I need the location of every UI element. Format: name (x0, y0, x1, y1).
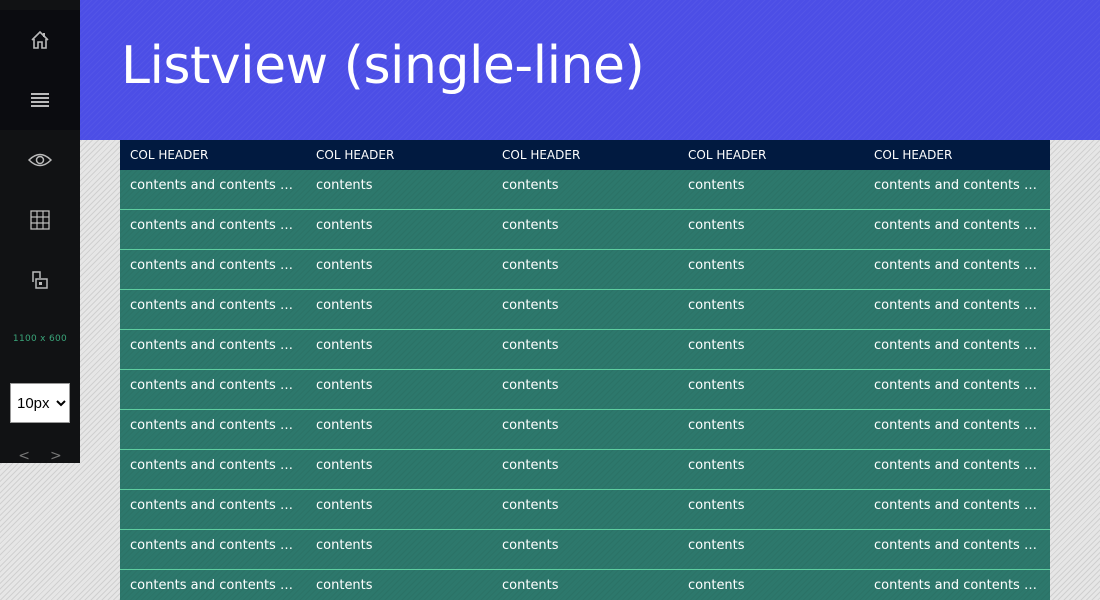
table-cell: contents and contents and contents (874, 418, 1050, 433)
table-cell: contents and contents and contents (130, 418, 306, 433)
layout-button[interactable] (0, 250, 80, 310)
table-cell: contents and contents and contents (130, 378, 306, 393)
table-cell: contents (688, 218, 745, 233)
table-row[interactable]: contents and contents and contents conten… (120, 370, 1050, 410)
table-cell: contents (502, 458, 559, 473)
next-button[interactable]: > (50, 448, 62, 464)
prev-button[interactable]: < (18, 448, 30, 464)
table-cell: contents and contents and contents (130, 218, 306, 233)
table-cell: contents (316, 178, 373, 193)
table-cell: contents and contents and contents (130, 578, 306, 593)
table-cell: contents and contents and contents (874, 218, 1050, 233)
table-cell: contents (502, 258, 559, 273)
table-cell: contents and contents and contents (874, 458, 1050, 473)
table-cell: contents and contents and contents (874, 338, 1050, 353)
table-cell: contents (502, 298, 559, 313)
table-row[interactable]: contents and contents and contents conten… (120, 170, 1050, 210)
table-cell: contents (502, 338, 559, 353)
column-header[interactable]: COL HEADER (864, 140, 1050, 170)
table-cell: contents (688, 498, 745, 513)
table-cell: contents and contents and contents (130, 538, 306, 553)
table-cell: contents (688, 178, 745, 193)
table-cell: contents (688, 458, 745, 473)
view-button[interactable] (0, 130, 80, 190)
table-cell: contents and contents and contents (874, 538, 1050, 553)
table-cell: contents and contents and contents (130, 258, 306, 273)
table-cell: contents (502, 218, 559, 233)
table-cell: contents (316, 218, 373, 233)
column-header[interactable]: COL HEADER (678, 140, 864, 170)
table-cell: contents (316, 258, 373, 273)
table-cell: contents (316, 538, 373, 553)
column-header[interactable]: COL HEADER (306, 140, 492, 170)
table-cell: contents (688, 298, 745, 313)
table-cell: contents and contents and contents (130, 338, 306, 353)
table-cell: contents (502, 578, 559, 593)
table-row[interactable]: contents and contents and contents conten… (120, 250, 1050, 290)
home-icon (31, 30, 49, 49)
menu-icon (31, 93, 49, 107)
table-cell: contents (316, 578, 373, 593)
table-row[interactable]: contents and contents and contents conten… (120, 570, 1050, 600)
column-header[interactable]: COL HEADER (492, 140, 678, 170)
table-cell: contents and contents and contents (130, 458, 306, 473)
table-cell: contents (316, 418, 373, 433)
sidebar: 1100 x 600 10px < > (0, 0, 80, 464)
font-size-select[interactable]: 10px (10, 383, 70, 423)
table-cell: contents (502, 378, 559, 393)
home-button[interactable] (0, 10, 80, 70)
table-cell: contents and contents and contents (874, 258, 1050, 273)
table-cell: contents and contents and contents (130, 298, 306, 313)
table-cell: contents (316, 378, 373, 393)
layout-icon (32, 271, 48, 289)
table-cell: contents and contents and contents (874, 178, 1050, 193)
table-row[interactable]: contents and contents and contents conten… (120, 450, 1050, 490)
table-cell: contents and contents and contents (874, 498, 1050, 513)
table-cell: contents (502, 498, 559, 513)
table-cell: contents and contents and contents (130, 178, 306, 193)
table-cell: contents (316, 338, 373, 353)
table-cell: contents (688, 578, 745, 593)
table-cell: contents and contents and contents (874, 298, 1050, 313)
table-cell: contents (502, 538, 559, 553)
list-body: contents and contents and contents conten… (120, 170, 1050, 600)
table-cell: contents (502, 418, 559, 433)
table-row[interactable]: contents and contents and contents conten… (120, 330, 1050, 370)
table-cell: contents (316, 458, 373, 473)
table-cell: contents (316, 298, 373, 313)
size-readout: 1100 x 600 (12, 334, 68, 344)
table-row[interactable]: contents and contents and contents conten… (120, 530, 1050, 570)
column-header[interactable]: COL HEADER (120, 140, 306, 170)
listview: COL HEADER COL HEADER COL HEADER COL HEA… (120, 140, 1050, 600)
table-cell: contents (688, 418, 745, 433)
table-cell: contents (688, 378, 745, 393)
table-row[interactable]: contents and contents and contents conten… (120, 290, 1050, 330)
eye-icon (28, 153, 52, 167)
table-row[interactable]: contents and contents and contents conten… (120, 210, 1050, 250)
table-row[interactable]: contents and contents and contents conten… (120, 410, 1050, 450)
table-cell: contents and contents and contents (874, 578, 1050, 593)
grid-icon (30, 210, 50, 230)
list-header: COL HEADER COL HEADER COL HEADER COL HEA… (120, 140, 1050, 170)
table-cell: contents (688, 538, 745, 553)
page-header: Listview (single-line) (80, 0, 1100, 140)
table-cell: contents (688, 338, 745, 353)
table-cell: contents and contents and contents (874, 378, 1050, 393)
grid-button[interactable] (0, 190, 80, 250)
table-cell: contents (688, 258, 745, 273)
table-cell: contents and contents and contents (130, 498, 306, 513)
table-cell: contents (316, 498, 373, 513)
table-cell: contents (502, 178, 559, 193)
page-title: Listview (single-line) (121, 36, 645, 96)
menu-button[interactable] (0, 70, 80, 130)
table-row[interactable]: contents and contents and contents conten… (120, 490, 1050, 530)
nav-arrows: < > (0, 448, 80, 464)
